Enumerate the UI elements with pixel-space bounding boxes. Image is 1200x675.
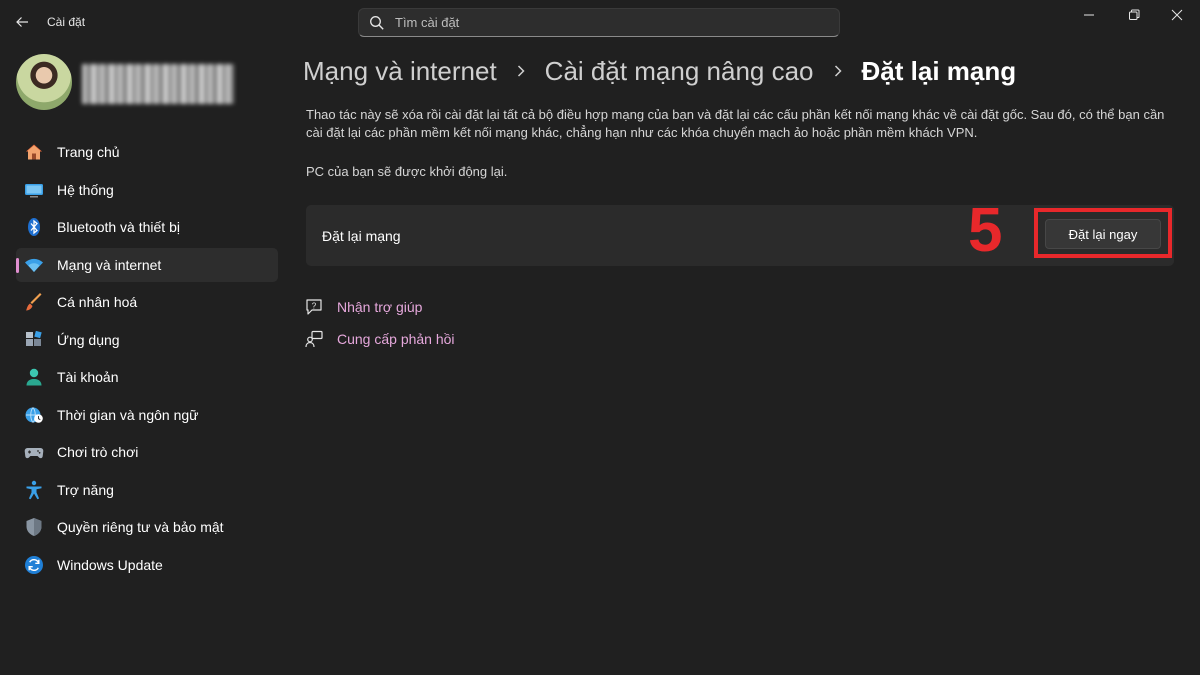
restart-note: PC của bạn sẽ được khởi động lại. — [306, 164, 508, 179]
gamepad-icon — [24, 442, 44, 462]
sidebar-item-system[interactable]: Hệ thống — [16, 173, 278, 207]
brush-icon — [24, 292, 44, 312]
give-feedback-link[interactable]: Cung cấp phản hồi — [305, 330, 455, 348]
accessibility-icon — [24, 480, 44, 500]
sidebar-item-label: Bluetooth và thiết bị — [57, 219, 180, 235]
sidebar-nav: Trang chủ Hệ thống Bluetooth và thiết bị… — [16, 135, 278, 585]
sidebar-item-bluetooth[interactable]: Bluetooth và thiết bị — [16, 210, 278, 244]
shield-icon — [24, 517, 44, 537]
minimize-icon — [1084, 14, 1094, 16]
sidebar-item-accessibility[interactable]: Trợ năng — [16, 473, 278, 507]
reset-now-button[interactable]: Đặt lại ngay — [1045, 219, 1161, 249]
sidebar-item-label: Tài khoản — [57, 369, 119, 385]
breadcrumb-advanced-network[interactable]: Cài đặt mạng nâng cao — [545, 56, 814, 87]
search-box[interactable]: Tìm cài đặt — [358, 8, 840, 37]
home-icon — [24, 142, 44, 162]
apps-icon — [24, 330, 44, 350]
sidebar-item-label: Trợ năng — [57, 481, 114, 498]
sidebar-item-accounts[interactable]: Tài khoản — [16, 360, 278, 394]
wifi-icon — [24, 255, 44, 275]
search-icon — [369, 15, 385, 31]
app-title: Cài đặt — [47, 15, 86, 29]
link-label: Cung cấp phản hồi — [337, 331, 455, 347]
restore-button[interactable] — [1111, 4, 1157, 26]
chevron-right-icon — [515, 64, 527, 78]
sidebar-item-label: Quyền riêng tư và bảo mật — [57, 519, 224, 535]
username-blurred — [82, 64, 234, 104]
sidebar-item-windows-update[interactable]: Windows Update — [16, 548, 278, 582]
link-label: Nhận trợ giúp — [337, 299, 423, 315]
sidebar-item-privacy-security[interactable]: Quyền riêng tư và bảo mật — [16, 510, 278, 544]
chevron-right-icon — [832, 64, 844, 78]
sidebar-item-gaming[interactable]: Chơi trò chơi — [16, 435, 278, 469]
page-title: Đặt lại mạng — [861, 55, 1017, 86]
back-button[interactable] — [10, 10, 34, 34]
sidebar-item-label: Cá nhân hoá — [57, 294, 138, 310]
reset-description: Thao tác này sẽ xóa rồi cài đặt lại tất … — [306, 107, 1165, 140]
sidebar-item-label: Thời gian và ngôn ngữ — [57, 406, 199, 423]
sidebar-item-label: Windows Update — [57, 556, 163, 573]
sidebar-item-home[interactable]: Trang chủ — [16, 135, 278, 169]
sidebar-item-label: Chơi trò chơi — [57, 444, 139, 460]
step-annotation-number: 5 — [968, 196, 1003, 265]
avatar[interactable] — [16, 54, 72, 110]
person-icon — [24, 367, 44, 387]
sidebar-item-personalization[interactable]: Cá nhân hoá — [16, 285, 278, 319]
bluetooth-icon — [24, 217, 44, 237]
back-arrow-icon — [16, 17, 28, 27]
sidebar-item-time-language[interactable]: Thời gian và ngôn ngữ — [16, 398, 278, 432]
close-button[interactable] — [1154, 4, 1200, 26]
sidebar-item-label: Trang chủ — [57, 144, 120, 160]
feedback-icon — [305, 330, 323, 348]
help-chat-icon: ? — [305, 298, 323, 316]
sidebar-item-label: Hệ thống — [57, 181, 114, 198]
sidebar-item-apps[interactable]: Ứng dụng — [16, 323, 278, 357]
breadcrumb: Mạng và internet Cài đặt mạng nâng cao Đ… — [303, 54, 1016, 88]
card-label: Đặt lại mạng — [322, 228, 401, 244]
globe-clock-icon — [24, 405, 44, 425]
search-placeholder: Tìm cài đặt — [395, 15, 460, 30]
restore-icon — [1129, 9, 1140, 20]
update-icon — [24, 555, 44, 575]
svg-text:?: ? — [312, 302, 317, 311]
sidebar-item-network[interactable]: Mạng và internet — [16, 247, 278, 282]
sidebar-item-label: Ứng dụng — [57, 331, 120, 348]
close-icon — [1171, 9, 1183, 21]
network-reset-card: Đặt lại mạng 5 Đặt lại ngay — [306, 196, 1174, 266]
get-help-link[interactable]: ? Nhận trợ giúp — [305, 298, 422, 316]
sidebar-item-label: Mạng và internet — [57, 256, 162, 273]
monitor-icon — [24, 180, 44, 200]
breadcrumb-network[interactable]: Mạng và internet — [303, 56, 497, 87]
minimize-button[interactable] — [1066, 4, 1112, 26]
